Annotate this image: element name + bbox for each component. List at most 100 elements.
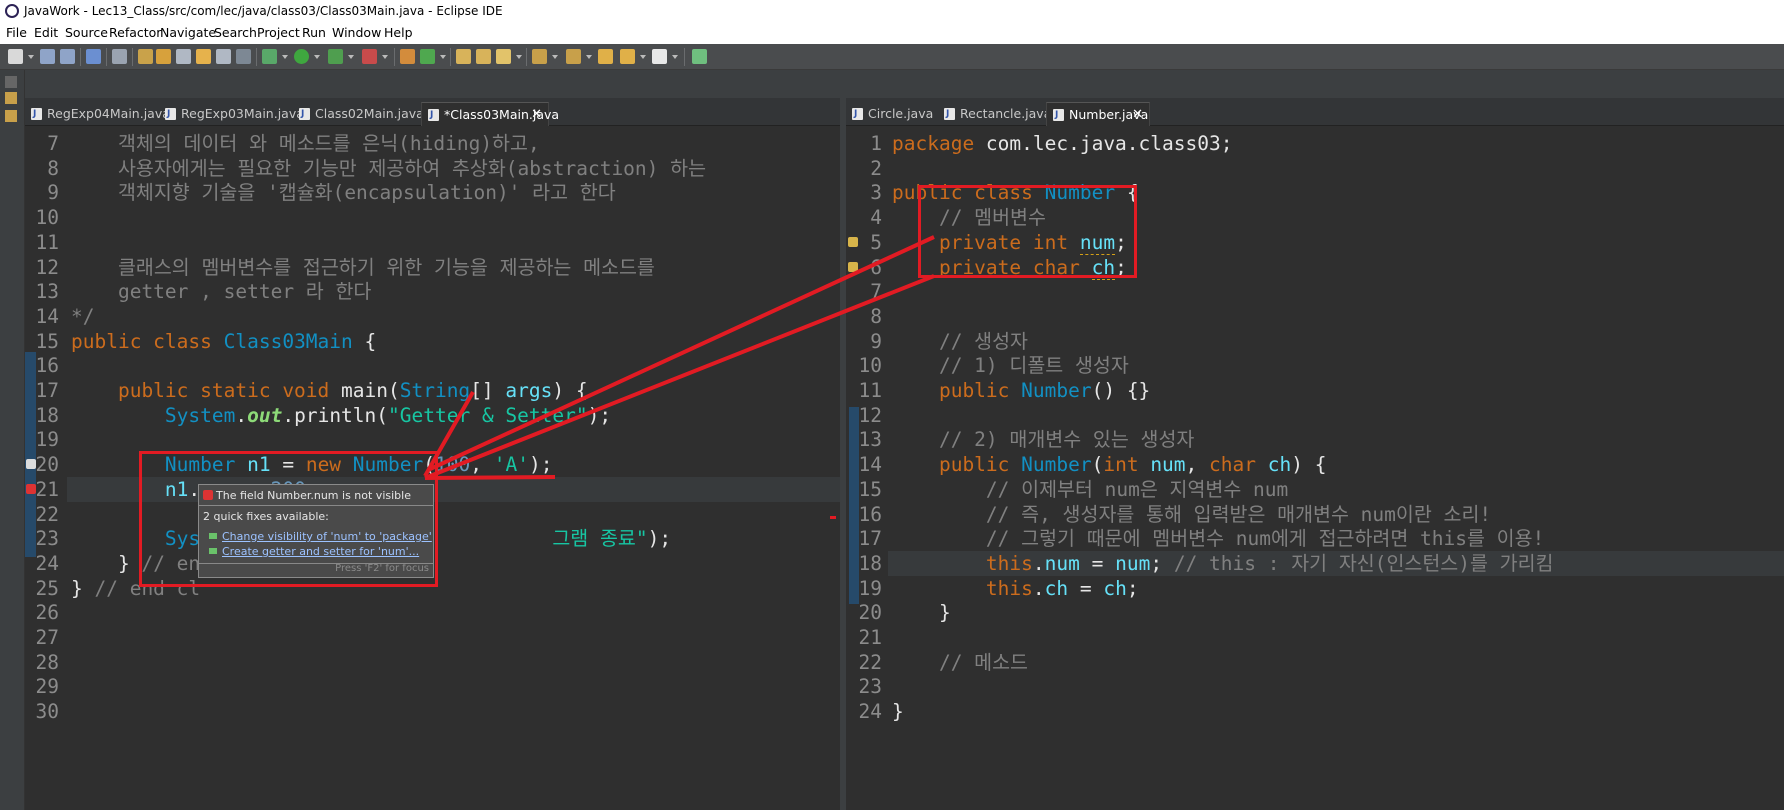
- last-edit-icon[interactable]: [598, 49, 613, 64]
- java-file-icon: [944, 102, 955, 126]
- tab-label: RegExp04Main.java: [47, 106, 170, 121]
- run-dropdown-icon[interactable]: [314, 55, 320, 59]
- restore-icon[interactable]: [5, 76, 17, 88]
- line-number: 15: [35, 329, 59, 353]
- java-file-icon: [852, 102, 863, 126]
- new-class-icon[interactable]: [420, 49, 435, 64]
- code-line: public static void main(String[] args) {: [71, 379, 588, 402]
- annotation-box-private-fields: [918, 185, 1137, 278]
- build-icon[interactable]: [138, 49, 153, 64]
- pen-icon[interactable]: [156, 49, 171, 64]
- eclipse-icon: [5, 4, 19, 18]
- line-number: 28: [35, 650, 59, 674]
- error-overview-marker[interactable]: [830, 516, 836, 519]
- open-file-icon[interactable]: [476, 49, 491, 64]
- close-icon[interactable]: ✕: [1132, 103, 1143, 127]
- line-number: 22: [858, 650, 882, 674]
- code-line: this.ch = ch;: [892, 576, 1139, 600]
- java-file-icon: [31, 102, 42, 126]
- coverage-dropdown-icon[interactable]: [348, 55, 354, 59]
- menu-project[interactable]: Project: [257, 22, 300, 44]
- save-icon[interactable]: [40, 49, 55, 64]
- menu-search[interactable]: Search: [214, 22, 257, 44]
- line-number: 18: [858, 551, 882, 575]
- tab-circle[interactable]: Circle.java: [846, 102, 936, 126]
- prev-annotation-dropdown-icon[interactable]: [586, 55, 592, 59]
- right-tab-bar: Circle.java Rectancle.java Number.java✕: [846, 98, 1784, 127]
- external-tools-icon[interactable]: [362, 49, 377, 64]
- line-number: 19: [35, 428, 59, 452]
- save-all-icon[interactable]: [60, 49, 75, 64]
- close-icon[interactable]: ✕: [531, 103, 542, 127]
- error-icon[interactable]: [26, 483, 36, 494]
- new-dropdown-icon[interactable]: [28, 55, 34, 59]
- line-number: 10: [858, 354, 882, 378]
- menu-navigate[interactable]: Navigate: [160, 22, 216, 44]
- code-line: 객체의 데이터 와 메소드를 은닉(hiding)하고,: [71, 132, 540, 155]
- warning-icon[interactable]: [848, 261, 858, 272]
- run-icon[interactable]: [294, 49, 309, 64]
- show-whitespace-icon[interactable]: [236, 49, 251, 64]
- line-number: 30: [35, 700, 59, 724]
- line-number: 7: [870, 280, 882, 304]
- tab-class02main[interactable]: Class02Main.java: [293, 102, 424, 126]
- line-number: 15: [858, 477, 882, 501]
- tab-label: Circle.java: [868, 106, 934, 121]
- back-icon[interactable]: [620, 49, 635, 64]
- tab-rectancle[interactable]: Rectancle.java: [938, 102, 1051, 126]
- tab-regexp03main[interactable]: RegExp03Main.java: [159, 102, 304, 126]
- code-line: package com.lec.java.class03;: [892, 132, 1233, 155]
- code-line: }: [892, 700, 904, 724]
- menu-help[interactable]: Help: [384, 22, 413, 44]
- line-number: 29: [35, 675, 59, 699]
- prev-annotation-icon[interactable]: [566, 49, 581, 64]
- menu-edit[interactable]: Edit: [34, 22, 58, 44]
- next-annotation-icon[interactable]: [532, 49, 547, 64]
- code-line: // 생성자: [892, 329, 1028, 353]
- annotation-dropdown-icon[interactable]: [552, 55, 558, 59]
- brush-dropdown-icon[interactable]: [516, 55, 522, 59]
- console-icon[interactable]: [86, 49, 101, 64]
- perspective-icon[interactable]: [692, 49, 707, 64]
- window-title: JavaWork - Lec13_Class/src/com/lec/java/…: [24, 4, 503, 18]
- menu-window[interactable]: Window: [332, 22, 381, 44]
- search-icon[interactable]: [216, 49, 231, 64]
- line-number: 9: [870, 329, 882, 353]
- line-number: 13: [858, 428, 882, 452]
- back-dropdown-icon[interactable]: [640, 55, 646, 59]
- line-number: 16: [858, 502, 882, 526]
- new-class-dropdown-icon[interactable]: [440, 55, 446, 59]
- menu-file[interactable]: File: [6, 22, 27, 44]
- menu-refactor[interactable]: Refactor: [109, 22, 161, 44]
- new-icon[interactable]: [8, 49, 23, 64]
- warning-icon[interactable]: [848, 236, 858, 247]
- open-folder-icon[interactable]: [456, 49, 471, 64]
- new-java-project-icon[interactable]: [400, 49, 415, 64]
- open-type-icon[interactable]: [176, 49, 191, 64]
- line-number: 17: [35, 379, 59, 402]
- code-line: System.out.println("Getter & Setter");: [71, 403, 612, 427]
- line-number: 20: [858, 601, 882, 625]
- forward-dropdown-icon[interactable]: [672, 55, 678, 59]
- package-explorer-icon[interactable]: [5, 92, 17, 104]
- coverage-icon[interactable]: [328, 49, 343, 64]
- menu-run[interactable]: Run: [302, 22, 326, 44]
- debug-icon[interactable]: [262, 49, 277, 64]
- code-line: 클래스의 멤버변수를 접근하기 위한 기능을 제공하는 메소드를: [71, 255, 655, 279]
- menu-source[interactable]: Source: [65, 22, 108, 44]
- tab-number[interactable]: Number.java✕: [1046, 102, 1150, 127]
- forward-icon[interactable]: [652, 49, 667, 64]
- line-number: 3: [870, 181, 882, 205]
- brush-icon[interactable]: [496, 49, 511, 64]
- open-task-icon[interactable]: [196, 49, 211, 64]
- outline-icon[interactable]: [5, 110, 17, 122]
- warning-icon[interactable]: [26, 459, 36, 470]
- debug-dropdown-icon[interactable]: [282, 55, 288, 59]
- external-dropdown-icon[interactable]: [382, 55, 388, 59]
- line-number: 26: [35, 601, 59, 625]
- tab-regexp04main[interactable]: RegExp04Main.java: [25, 102, 170, 126]
- line-number: 8: [870, 304, 882, 328]
- tab-class03main[interactable]: *Class03Main.java✕: [421, 102, 559, 127]
- line-number: 10: [35, 206, 59, 230]
- skip-breakpoints-icon[interactable]: [112, 49, 127, 64]
